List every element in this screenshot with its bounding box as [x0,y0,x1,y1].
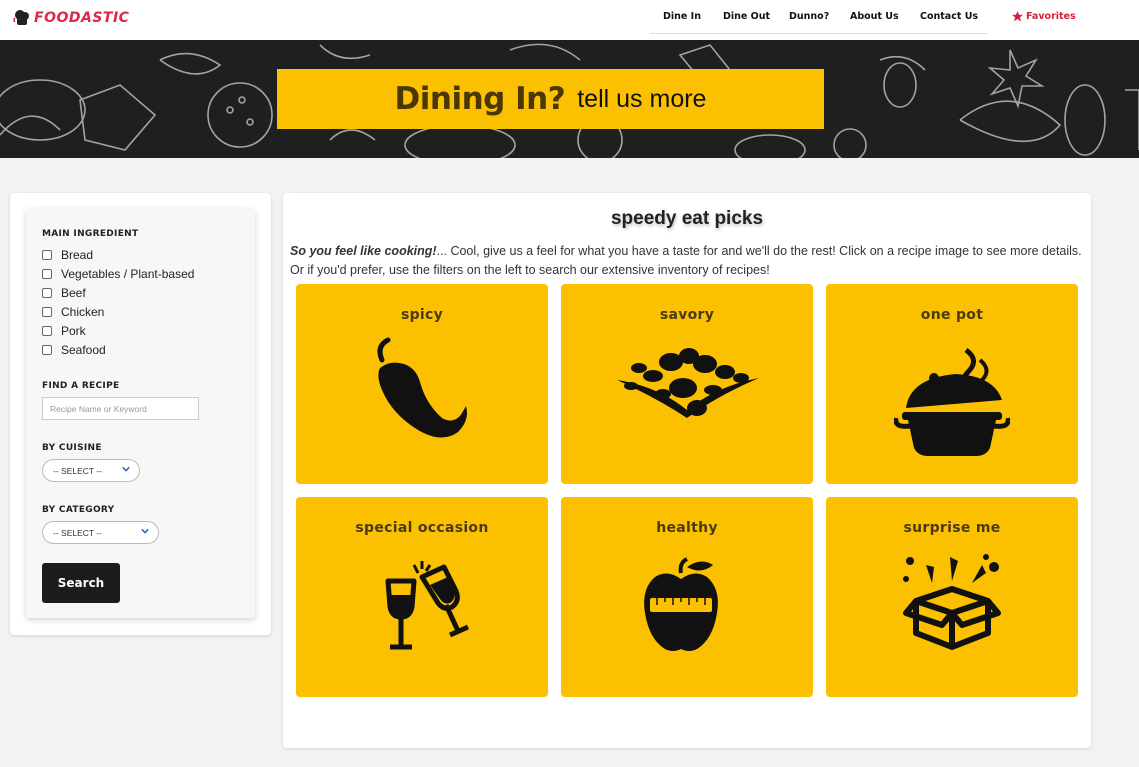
cuisine-select-value: -- SELECT -- [53,465,102,476]
tile-label: surprise me [903,520,1001,536]
ingredient-checkbox-pork[interactable]: Pork [42,324,86,338]
nav-link-about-us[interactable]: About Us [850,11,899,22]
main-ingredient-heading: MAIN INGREDIENT [42,229,139,239]
picks-title: speedy eat picks [610,208,764,229]
find-recipe-heading: FIND A RECIPE [42,381,120,391]
category-heading: BY CATEGORY [42,505,115,515]
hero-subtitle: tell us more [577,84,707,113]
hero-title: Dining In? [394,81,566,117]
ingredient-label: Seafood [61,343,106,357]
nav-link-dine-in[interactable]: Dine In [663,11,701,22]
chevron-down-icon [122,466,130,472]
intro-text: So you feel like cooking!... Cool, give … [290,242,1085,280]
ingredient-label: Pork [61,324,86,338]
tile-special-occasion[interactable]: special occasion [296,497,548,697]
cuisine-select[interactable]: -- SELECT -- [42,459,140,482]
ingredient-label: Vegetables / Plant-based [61,267,195,281]
tile-surprise-me[interactable]: surprise me [826,497,1078,697]
tile-one-pot[interactable]: one pot [826,284,1078,484]
tile-label: healthy [656,520,718,536]
ingredient-label: Chicken [61,305,105,319]
tile-spicy[interactable]: spicy [296,284,548,484]
brand-name: FOODASTIC [34,10,130,26]
nav-links: Dine In Dine Out Dunno? About Us Contact… [650,0,988,34]
favorites-link[interactable]: Favorites [1011,10,1076,23]
chili-pepper-icon [377,337,467,438]
checkbox[interactable] [42,250,52,260]
ingredient-label: Beef [61,286,86,300]
ingredient-checkbox-bread[interactable]: Bread [42,248,93,262]
category-select[interactable]: -- SELECT -- [42,521,159,544]
intro-bold: So you feel like cooking! [290,244,437,258]
tile-healthy[interactable]: healthy [561,497,813,697]
nav-link-contact-us[interactable]: Contact Us [920,11,978,22]
tile-label: savory [659,307,715,323]
category-select-value: -- SELECT -- [53,527,102,538]
checkbox[interactable] [42,307,52,317]
tile-savory[interactable]: savory [561,284,813,484]
ingredient-checkbox-chicken[interactable]: Chicken [42,305,104,319]
favorites-label: Favorites [1026,11,1076,22]
surprise-box-icon [903,554,1001,650]
hero-banner: Dining In? tell us more [0,40,1139,158]
ingredient-checkbox-seafood[interactable]: Seafood [42,343,106,357]
cooking-pot-icon [894,347,1010,456]
chef-hat-icon [13,10,29,25]
checkbox[interactable] [42,269,52,279]
champagne-glasses-icon [385,561,470,650]
star-icon [1012,11,1023,22]
checkbox[interactable] [42,326,52,336]
apple-measure-icon [644,557,718,651]
checkbox[interactable] [42,345,52,355]
search-button[interactable]: Search [42,563,120,603]
herbs-icon [617,348,759,418]
nav-link-dunno[interactable]: Dunno? [789,11,829,22]
tile-label: one pot [920,307,984,323]
chevron-down-icon [141,528,149,534]
checkbox[interactable] [42,288,52,298]
hero-title-box: Dining In? tell us more [277,69,824,129]
recipe-search-input[interactable]: Recipe Name or Keyword [42,397,199,420]
ingredient-checkbox-beef[interactable]: Beef [42,286,86,300]
tile-label: spicy [400,307,444,323]
ingredient-checkbox-vegetables[interactable]: Vegetables / Plant-based [42,267,194,281]
cuisine-heading: BY CUISINE [42,443,102,453]
brand-logo[interactable]: FOODASTIC [12,8,129,28]
nav-link-dine-out[interactable]: Dine Out [723,11,770,22]
ingredient-label: Bread [61,248,94,262]
top-navbar: FOODASTIC Dine In Dine Out Dunno? About … [0,0,1139,40]
tile-label: special occasion [355,520,489,536]
